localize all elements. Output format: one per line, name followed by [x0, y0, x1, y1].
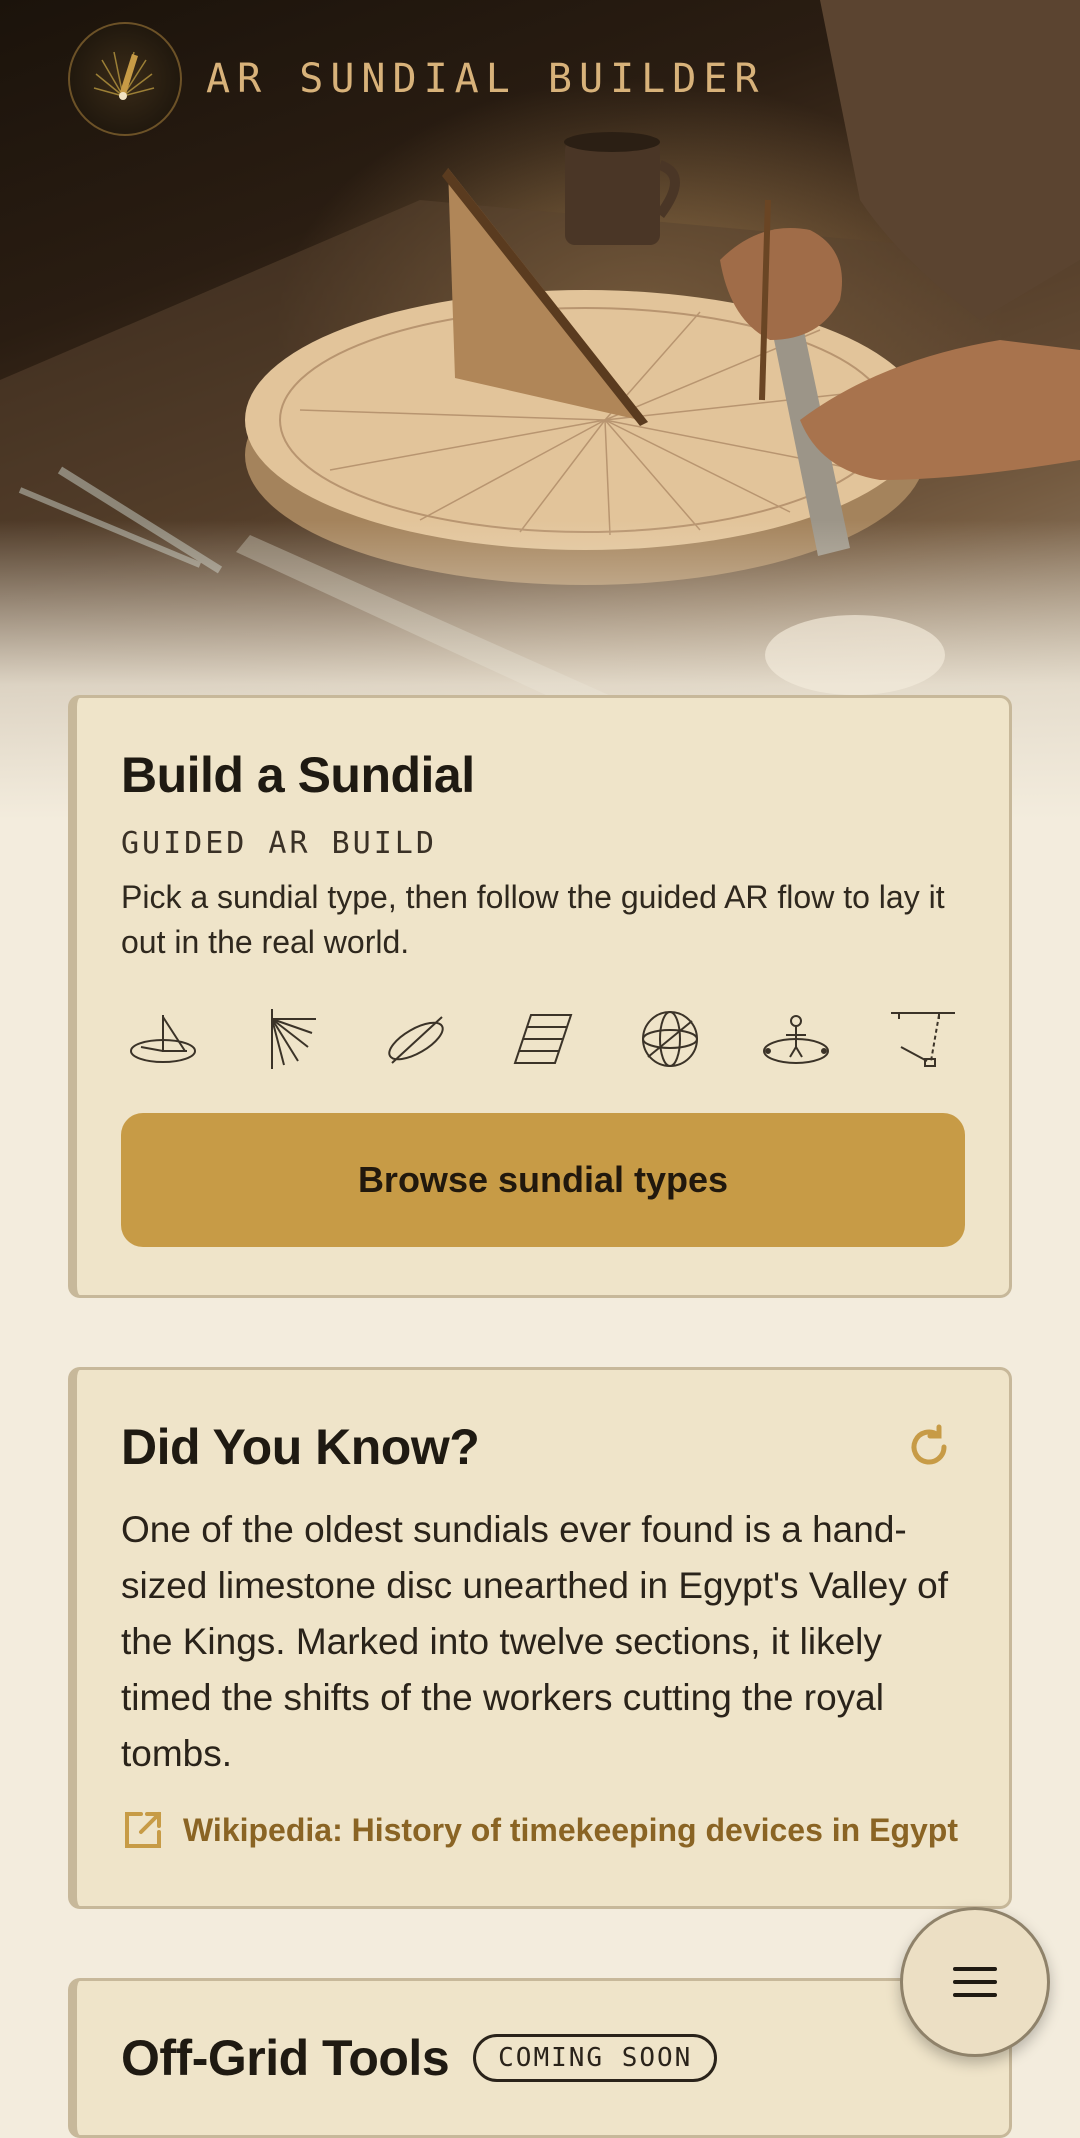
did-you-know-card: Did You Know? One of the oldest sundials…	[68, 1367, 1012, 1909]
sundial-logo-icon	[68, 22, 182, 136]
card-title: Off-Grid Tools	[121, 2030, 450, 2086]
menu-button[interactable]	[900, 1907, 1050, 2057]
external-link-icon	[125, 1812, 161, 1848]
app-title: AR SUNDIAL BUILDER	[206, 56, 766, 102]
browse-sundial-types-button[interactable]: Browse sundial types	[121, 1113, 965, 1247]
card-title: Build a Sundial	[121, 747, 475, 803]
fact-text: One of the oldest sundials ever found is…	[121, 1509, 948, 1774]
source-link-label[interactable]: Wikipedia: History of timekeeping device…	[183, 1812, 958, 1849]
equatorial-sundial-icon[interactable]	[380, 1007, 452, 1071]
app-header: AR SUNDIAL BUILDER	[68, 22, 765, 136]
armillary-sundial-icon[interactable]	[634, 1007, 706, 1071]
card-description: Pick a sundial type, then follow the gui…	[121, 879, 945, 960]
off-grid-tools-card: Off-Grid Tools COMING SOON	[68, 1978, 1012, 2138]
source-link[interactable]: Wikipedia: History of timekeeping device…	[121, 1808, 965, 1852]
horizontal-sundial-icon[interactable]	[127, 1007, 199, 1071]
refresh-icon[interactable]	[901, 1419, 957, 1475]
analemmatic-sundial-icon[interactable]	[760, 1007, 832, 1071]
build-sundial-card: Build a Sundial GUIDED AR BUILD Pick a s…	[68, 695, 1012, 1298]
vertical-sundial-icon[interactable]	[254, 1007, 326, 1071]
coming-soon-badge: COMING SOON	[473, 2034, 718, 2082]
polar-sundial-icon[interactable]	[507, 1007, 579, 1071]
sundial-type-list	[121, 1007, 965, 1071]
card-subtitle: GUIDED AR BUILD	[121, 826, 437, 861]
card-title: Did You Know?	[121, 1419, 480, 1475]
hamburger-menu-icon	[953, 1967, 997, 1997]
noon-mark-sundial-icon[interactable]	[887, 1007, 959, 1071]
